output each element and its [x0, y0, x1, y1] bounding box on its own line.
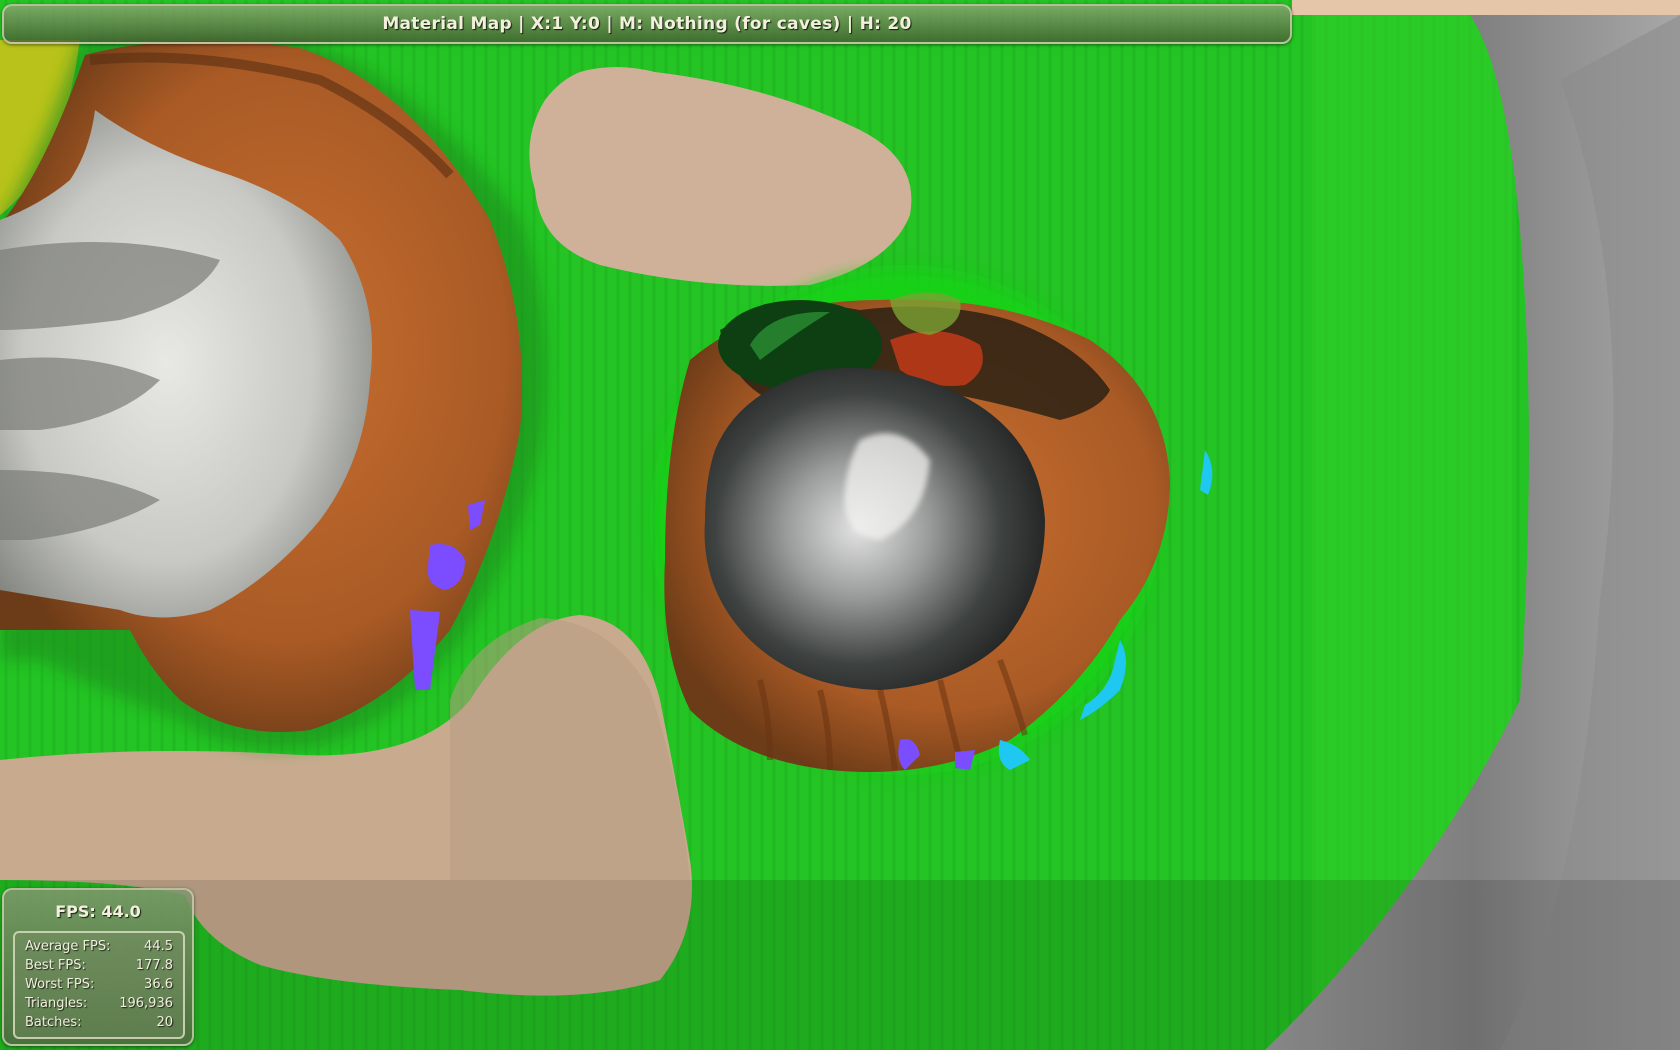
material-map-status-bar: Material Map | X:1 Y:0 | M: Nothing (for… — [2, 4, 1292, 44]
stat-value: 44.5 — [144, 939, 173, 954]
stat-value: 20 — [156, 1015, 173, 1030]
stat-label: Triangles: — [25, 996, 88, 1011]
stat-row-best-fps: Best FPS: 177.8 — [25, 956, 173, 975]
stat-value: 196,936 — [119, 996, 173, 1011]
stat-label: Best FPS: — [25, 958, 86, 973]
bottom-overlay-band — [0, 880, 1680, 1050]
stat-value: 177.8 — [135, 958, 173, 973]
stat-row-worst-fps: Worst FPS: 36.6 — [25, 975, 173, 994]
fps-stats-box: Average FPS: 44.5 Best FPS: 177.8 Worst … — [13, 931, 185, 1039]
top-edge-strip — [1292, 0, 1680, 15]
stat-label: Worst FPS: — [25, 977, 95, 992]
stat-label: Average FPS: — [25, 939, 111, 954]
stat-label: Batches: — [25, 1015, 82, 1030]
stat-row-triangles: Triangles: 196,936 — [25, 994, 173, 1013]
stat-row-batches: Batches: 20 — [25, 1013, 173, 1032]
status-bar-text: Material Map | X:1 Y:0 | M: Nothing (for… — [382, 14, 912, 34]
terrain-scene[interactable] — [0, 0, 1680, 1050]
fps-panel: FPS: 44.0 Average FPS: 44.5 Best FPS: 17… — [2, 888, 194, 1046]
game-viewport[interactable]: Material Map | X:1 Y:0 | M: Nothing (for… — [0, 0, 1680, 1050]
stat-value: 36.6 — [144, 977, 173, 992]
fps-current: FPS: 44.0 — [55, 902, 141, 921]
stat-row-average-fps: Average FPS: 44.5 — [25, 937, 173, 956]
